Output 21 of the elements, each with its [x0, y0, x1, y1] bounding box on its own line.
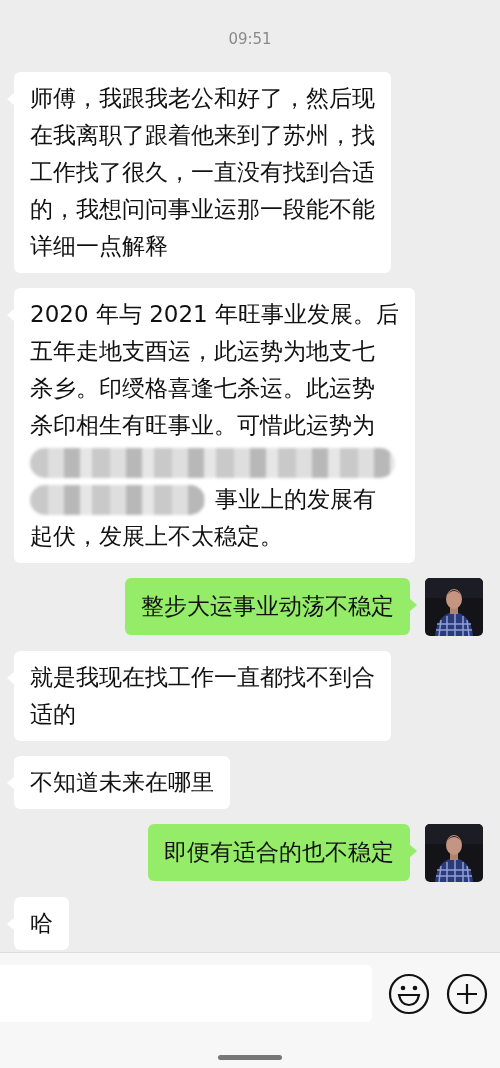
message-text: 整步大运事业动荡不稳定 [141, 592, 394, 621]
add-icon[interactable] [446, 972, 488, 1015]
message-text: 事业上的发展有 [215, 485, 376, 514]
message-text: 的，我想问问事业运那一段能不能 [30, 195, 375, 224]
message-text: 哈 [30, 909, 53, 938]
message-text: 工作找了很久，一直没有找到合适 [30, 158, 375, 187]
message-text: 起伏，发展上不太稳定。 [30, 522, 283, 551]
message-text: 详细一点解释 [30, 232, 168, 261]
message-text: 2020 年与 2021 年旺事业发展。后 [30, 300, 399, 329]
message-text: 师傅，我跟我老公和好了，然后现 [30, 84, 375, 113]
home-indicator [218, 1055, 282, 1060]
message-text: 杀印相生有旺事业。可惜此运势为 [30, 411, 375, 440]
message-text: 在我离职了跟着他来到了苏州，找 [30, 121, 375, 150]
emoji-icon[interactable] [388, 972, 430, 1015]
message-text: 适的 [30, 700, 76, 729]
message-text: 就是我现在找工作一直都找不到合 [30, 663, 375, 692]
message-text: 五年走地支酉运，此运势为地支七 [30, 337, 375, 366]
message-text: 杀乡。印绶格喜逢七杀运。此运势 [30, 374, 375, 403]
message-text: 即便有适合的也不稳定 [164, 838, 394, 867]
message-text: 不知道未来在哪里 [30, 768, 214, 797]
timestamp: 09:51 [228, 29, 272, 50]
